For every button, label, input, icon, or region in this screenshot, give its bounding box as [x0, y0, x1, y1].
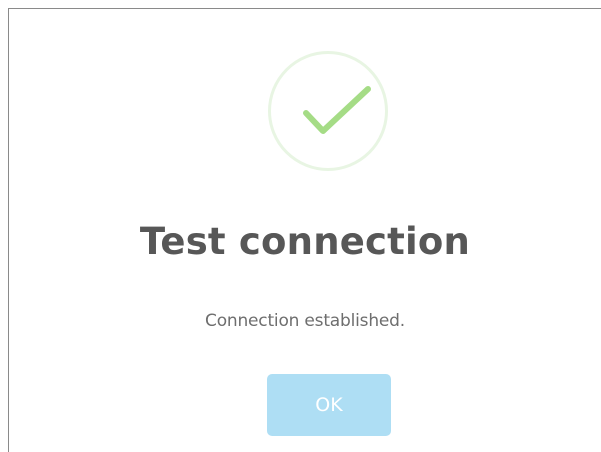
checkmark-icon [303, 86, 371, 134]
ok-button[interactable]: OK [267, 374, 391, 436]
dialog-top-border [8, 8, 601, 9]
dialog-title: Test connection [139, 220, 471, 263]
success-icon-ring [268, 51, 388, 171]
dialog: Test connection Connection established. … [0, 0, 601, 452]
dialog-message: Connection established. [205, 311, 405, 331]
